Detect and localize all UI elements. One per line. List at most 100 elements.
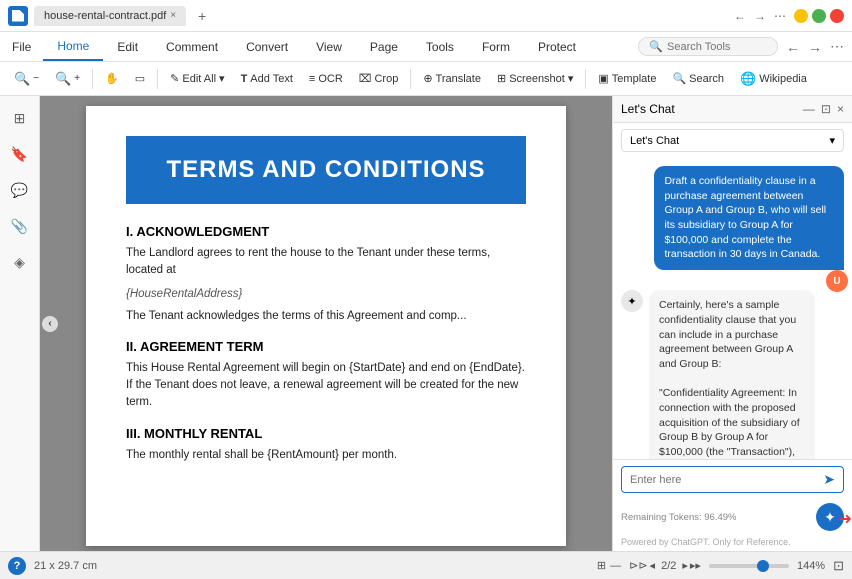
chat-send-btn[interactable]: ➤	[823, 471, 835, 488]
first-page-btn[interactable]: ⊳⊳	[629, 559, 647, 572]
menu-tab-convert[interactable]: Convert	[232, 32, 302, 61]
screenshot-chevron: ▾	[568, 72, 574, 85]
bot-message-container: ✦ Certainly, here's a sample confidentia…	[621, 290, 844, 459]
title-bar-left: house-rental-contract.pdf × +	[8, 6, 734, 26]
prev-page-btn[interactable]: ◂	[650, 559, 656, 572]
add-text-btn[interactable]: T Add Text	[235, 70, 299, 88]
tab-close-btn[interactable]: ×	[170, 10, 176, 21]
sidebar-thumbs-btn[interactable]: ⊞	[6, 104, 34, 132]
tab-filename: house-rental-contract.pdf	[44, 10, 166, 22]
menu-tab-home[interactable]: Home	[43, 32, 103, 61]
screenshot-label: Screenshot	[509, 73, 565, 85]
wikipedia-icon: 🌐	[740, 71, 756, 87]
edit-all-btn[interactable]: ✎ Edit All ▾	[164, 69, 230, 88]
maximize-btn[interactable]	[812, 9, 826, 23]
ai-icon: ✦	[824, 509, 836, 526]
title-bar: house-rental-contract.pdf × + ← → ⋯	[0, 0, 852, 32]
menu-file[interactable]: File	[0, 32, 43, 61]
edit-all-label: Edit All	[182, 73, 216, 85]
help-btn[interactable]: ?	[8, 557, 26, 575]
hand-tool-btn[interactable]: ✋	[99, 69, 125, 88]
search-tools-input[interactable]	[667, 41, 767, 53]
bot-message-wrapper: Certainly, here's a sample confidentiali…	[649, 290, 844, 459]
bot-message-quote: "Confidentiality Agreement: In connectio…	[659, 387, 801, 459]
crop-label: Crop	[374, 73, 398, 85]
chat-mode-dropdown[interactable]: Let's Chat ▾	[621, 129, 844, 152]
sidebar-bookmark-btn[interactable]: 🔖	[6, 140, 34, 168]
chat-ai-container: ✦ ➜	[816, 503, 844, 531]
minimize-btn[interactable]	[794, 9, 808, 23]
chat-input-area: ➤	[613, 459, 852, 499]
zoom-in-plus: +	[74, 73, 80, 84]
new-tab-btn[interactable]: +	[192, 6, 212, 26]
toolbar: 🔍 − 🔍 + ✋ ▭ ✎ Edit All ▾ T Add Text ≡ OC…	[0, 62, 852, 96]
more-icon[interactable]: ⋯	[774, 9, 786, 23]
page-nav: ⊳⊳ ◂ 2/2 ▸ ▸▸	[629, 559, 701, 572]
translate-btn[interactable]: ⊕ Translate	[417, 69, 487, 88]
select-tool-btn[interactable]: ▭	[129, 69, 151, 88]
crop-btn[interactable]: ⌧ Crop	[353, 69, 405, 88]
zoom-out-icon: 🔍	[14, 71, 30, 87]
forward-icon[interactable]: →	[754, 9, 766, 23]
document-tab[interactable]: house-rental-contract.pdf ×	[34, 6, 186, 26]
select-icon: ▭	[135, 72, 145, 85]
last-page-btn[interactable]: ▸▸	[690, 559, 701, 572]
menu-tab-tools[interactable]: Tools	[412, 32, 468, 61]
nav-back-icon[interactable]: ←	[786, 39, 800, 55]
sidebar-layers-btn[interactable]: ◈	[6, 248, 34, 276]
search-icon: 🔍	[672, 72, 686, 85]
nav-more-icon[interactable]: ⋯	[830, 38, 844, 55]
zoom-in-btn[interactable]: 🔍 +	[49, 68, 86, 90]
back-icon[interactable]: ←	[734, 9, 746, 23]
translate-icon: ⊕	[423, 72, 432, 85]
user-avatar: U	[826, 270, 848, 292]
next-page-btn[interactable]: ▸	[682, 559, 688, 572]
window-controls	[794, 9, 844, 23]
sep3	[410, 69, 411, 89]
sidebar-comment-btn[interactable]: 💬	[6, 176, 34, 204]
menu-tab-edit[interactable]: Edit	[103, 32, 152, 61]
chat-dropdown-chevron: ▾	[829, 134, 835, 147]
page-prev-arrow[interactable]: ‹	[42, 316, 58, 332]
powered-by: Powered by ChatGPT. Only for Reference.	[613, 537, 852, 551]
template-btn[interactable]: ▣ Template	[592, 69, 662, 88]
chat-input-row: ➤	[621, 466, 844, 493]
section-heading-monthly-rental: III. MONTHLY RENTAL	[126, 426, 526, 441]
menu-tab-view[interactable]: View	[302, 32, 356, 61]
zoom-out-btn[interactable]: 🔍 −	[8, 68, 45, 90]
sidebar-attachment-btn[interactable]: 📎	[6, 212, 34, 240]
sep1	[92, 69, 93, 89]
crop-icon: ⌧	[359, 72, 372, 85]
view-icon-grid[interactable]: ⊞	[597, 559, 606, 572]
menu-tab-form[interactable]: Form	[468, 32, 524, 61]
wikipedia-btn[interactable]: 🌐 Wikipedia	[734, 68, 813, 90]
menu-tab-comment[interactable]: Comment	[152, 32, 232, 61]
user-message-container: Draft a confidentiality clause in a purc…	[621, 166, 844, 282]
main-layout: ⊞ 🔖 💬 📎 ◈ ‹ TERMS AND CONDITIONS I. ACKN…	[0, 96, 852, 551]
chat-input-field[interactable]	[630, 474, 819, 486]
view-icon-single[interactable]: —	[610, 560, 621, 572]
ocr-icon: ≡	[309, 73, 315, 85]
add-text-icon: T	[241, 73, 248, 85]
chat-expand-btn[interactable]: ⊡	[821, 102, 831, 116]
bot-avatar: ✦	[621, 290, 643, 312]
search-tools-icon: 🔍	[649, 40, 663, 53]
nav-fwd-icon[interactable]: →	[808, 39, 822, 55]
chat-close-btn[interactable]: ×	[837, 102, 844, 116]
close-btn[interactable]	[830, 9, 844, 23]
fit-icon[interactable]: ⊡	[833, 558, 844, 574]
search-btn[interactable]: 🔍 Search	[666, 69, 730, 88]
ocr-btn[interactable]: ≡ OCR	[303, 70, 349, 88]
zoom-slider[interactable]	[709, 564, 789, 568]
menu-tab-protect[interactable]: Protect	[524, 32, 590, 61]
chat-header: Let's Chat — ⊡ ×	[613, 96, 852, 123]
wikipedia-label: Wikipedia	[759, 73, 807, 85]
zoom-thumb[interactable]	[757, 560, 769, 572]
screenshot-icon: ⊞	[497, 72, 506, 85]
menu-tab-page[interactable]: Page	[356, 32, 412, 61]
search-tools-box[interactable]: 🔍	[638, 37, 778, 56]
chat-minimize-btn[interactable]: —	[803, 102, 815, 116]
screenshot-btn[interactable]: ⊞ Screenshot ▾	[491, 69, 579, 88]
document-title: TERMS AND CONDITIONS	[126, 136, 526, 204]
status-bar: ? 21 x 29.7 cm ⊞ — ⊳⊳ ◂ 2/2 ▸ ▸▸ 144% ⊡	[0, 551, 852, 579]
